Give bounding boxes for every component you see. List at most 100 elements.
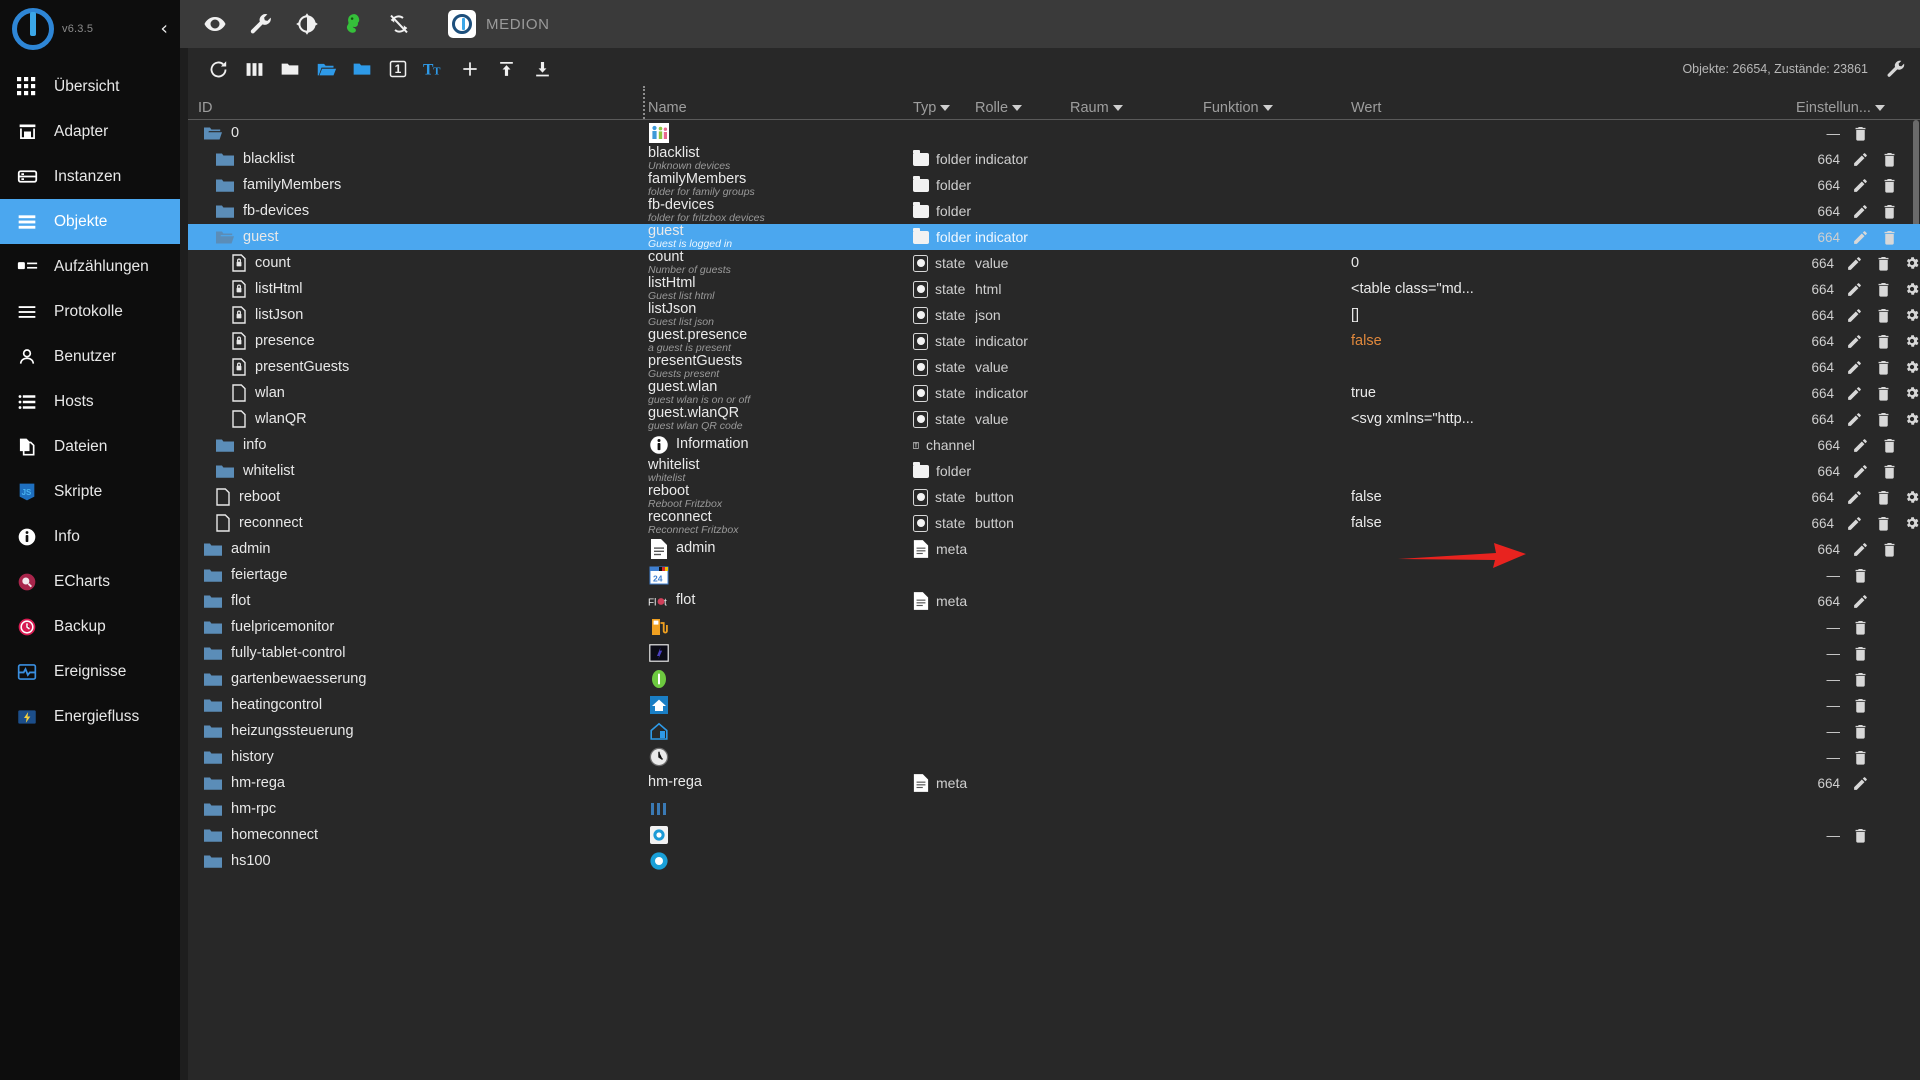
cell-wert[interactable] — [1351, 848, 1796, 874]
columns-icon[interactable] — [236, 51, 272, 87]
settings-icon[interactable] — [1904, 307, 1920, 323]
objects-table-body[interactable]: 0— blacklist blacklist Unknown devices folde… — [188, 120, 1920, 1080]
settings-icon[interactable] — [1904, 255, 1920, 271]
delete-icon[interactable] — [1852, 671, 1869, 688]
cell-wert[interactable] — [1351, 744, 1796, 770]
cell-wert[interactable] — [1351, 198, 1796, 224]
settings-icon[interactable] — [1904, 333, 1920, 349]
table-row[interactable]: listJson listJson Guest list json state json… — [188, 302, 1920, 328]
edit-icon[interactable] — [1846, 333, 1863, 350]
table-row[interactable]: admin admin meta 664 — [188, 536, 1920, 562]
edit-icon[interactable] — [1846, 281, 1863, 298]
cell-wert[interactable] — [1351, 822, 1796, 848]
cell-wert[interactable] — [1351, 796, 1796, 822]
mascot-icon[interactable] — [340, 11, 366, 37]
delete-icon[interactable] — [1881, 229, 1898, 246]
table-row[interactable]: flot Fl t flot meta 664 — [188, 588, 1920, 614]
delete-icon[interactable] — [1875, 385, 1892, 402]
settings-icon[interactable] — [1904, 359, 1920, 375]
expand-level-button[interactable]: 1 — [380, 51, 416, 87]
delete-icon[interactable] — [1852, 619, 1869, 636]
table-row[interactable]: familyMembers familyMembers folder for fam… — [188, 172, 1920, 198]
table-row[interactable]: 0— — [188, 120, 1920, 146]
sidebar-item-energiefluss[interactable]: Energiefluss — [0, 694, 180, 739]
delete-icon[interactable] — [1875, 515, 1892, 532]
edit-icon[interactable] — [1846, 385, 1863, 402]
cell-wert[interactable] — [1351, 432, 1796, 458]
edit-icon[interactable] — [1846, 489, 1863, 506]
table-row[interactable]: hs100 — [188, 848, 1920, 874]
edit-icon[interactable] — [1846, 255, 1863, 272]
sidebar-item-backup[interactable]: Backup — [0, 604, 180, 649]
edit-icon[interactable] — [1846, 515, 1863, 532]
cell-wert[interactable] — [1351, 770, 1796, 796]
sidebar-item-adapter[interactable]: Adapter — [0, 109, 180, 154]
sidebar-item-instanzen[interactable]: Instanzen — [0, 154, 180, 199]
edit-icon[interactable] — [1852, 203, 1869, 220]
cell-wert[interactable]: false — [1351, 328, 1796, 354]
sidebar-item-dateien[interactable]: Dateien — [0, 424, 180, 469]
delete-icon[interactable] — [1881, 541, 1898, 558]
table-row[interactable]: blacklist blacklist Unknown devices folder i… — [188, 146, 1920, 172]
delete-icon[interactable] — [1852, 723, 1869, 740]
edit-icon[interactable] — [1852, 229, 1869, 246]
cell-wert[interactable]: <table class="md... — [1351, 276, 1796, 302]
column-header-funktion[interactable]: Funktion — [1203, 97, 1351, 119]
edit-icon[interactable] — [1852, 593, 1869, 610]
edit-icon[interactable] — [1852, 463, 1869, 480]
sidebar-collapse-button[interactable]: ‹ — [160, 19, 168, 39]
table-row[interactable]: wlanQR guest.wlanQR guest wlan QR code stat… — [188, 406, 1920, 432]
cell-wert[interactable]: false — [1351, 510, 1796, 536]
delete-icon[interactable] — [1881, 203, 1898, 220]
edit-icon[interactable] — [1846, 359, 1863, 376]
sidebar-item-ereignisse[interactable]: Ereignisse — [0, 649, 180, 694]
column-header-einstellungen[interactable]: Einstellun... — [1796, 97, 1920, 119]
settings-icon[interactable] — [1904, 281, 1920, 297]
cell-wert[interactable] — [1351, 224, 1796, 250]
delete-icon[interactable] — [1881, 437, 1898, 454]
folder-blue-icon[interactable] — [344, 51, 380, 87]
table-row[interactable]: count count Number of guests state value 0 664 — [188, 250, 1920, 276]
table-row[interactable]: heatingcontrol — — [188, 692, 1920, 718]
cell-wert[interactable]: 0 — [1351, 250, 1796, 276]
host-chip[interactable]: MEDION — [448, 10, 550, 38]
sidebar-item-hosts[interactable]: Hosts — [0, 379, 180, 424]
toolbar-settings-icon[interactable] — [1882, 55, 1910, 83]
chevron-down-icon[interactable] — [940, 105, 951, 111]
column-header-raum[interactable]: Raum — [1070, 97, 1203, 119]
folder-white-icon[interactable] — [272, 51, 308, 87]
text-size-icon[interactable]: TT — [416, 51, 452, 87]
chevron-down-icon[interactable] — [1112, 105, 1123, 111]
cell-wert[interactable] — [1351, 172, 1796, 198]
column-header-id[interactable]: ID — [198, 97, 648, 119]
edit-icon[interactable] — [1852, 775, 1869, 792]
edit-icon[interactable] — [1846, 411, 1863, 428]
folder-open-blue-icon[interactable] — [308, 51, 344, 87]
chevron-down-icon[interactable] — [1012, 105, 1023, 111]
cell-wert[interactable] — [1351, 120, 1796, 146]
plus-icon[interactable] — [452, 51, 488, 87]
delete-icon[interactable] — [1875, 255, 1892, 272]
cell-wert[interactable] — [1351, 640, 1796, 666]
settings-icon[interactable] — [1904, 411, 1920, 427]
sidebar-item-aufz-hlungen[interactable]: Aufzählungen — [0, 244, 180, 289]
table-row[interactable]: reconnect reconnect Reconnect Fritzbox stat… — [188, 510, 1920, 536]
table-row[interactable]: gartenbewaesserung — — [188, 666, 1920, 692]
delete-icon[interactable] — [1875, 307, 1892, 324]
cell-wert[interactable] — [1351, 614, 1796, 640]
table-row[interactable]: fully-tablet-control — — [188, 640, 1920, 666]
table-row[interactable]: wlan guest.wlan guest wlan is on or off sta… — [188, 380, 1920, 406]
cell-wert[interactable] — [1351, 536, 1796, 562]
delete-icon[interactable] — [1852, 125, 1869, 142]
sidebar-item-echarts[interactable]: ECharts — [0, 559, 180, 604]
delete-icon[interactable] — [1881, 151, 1898, 168]
sidebar-item-skripte[interactable]: JS Skripte — [0, 469, 180, 514]
table-row[interactable]: fb-devices fb-devices folder for fritzbox … — [188, 198, 1920, 224]
edit-icon[interactable] — [1852, 177, 1869, 194]
sidebar-item-info[interactable]: Info — [0, 514, 180, 559]
cell-wert[interactable] — [1351, 562, 1796, 588]
cell-wert[interactable] — [1351, 146, 1796, 172]
cell-wert[interactable] — [1351, 588, 1796, 614]
delete-icon[interactable] — [1875, 281, 1892, 298]
cell-wert[interactable]: true — [1351, 380, 1796, 406]
